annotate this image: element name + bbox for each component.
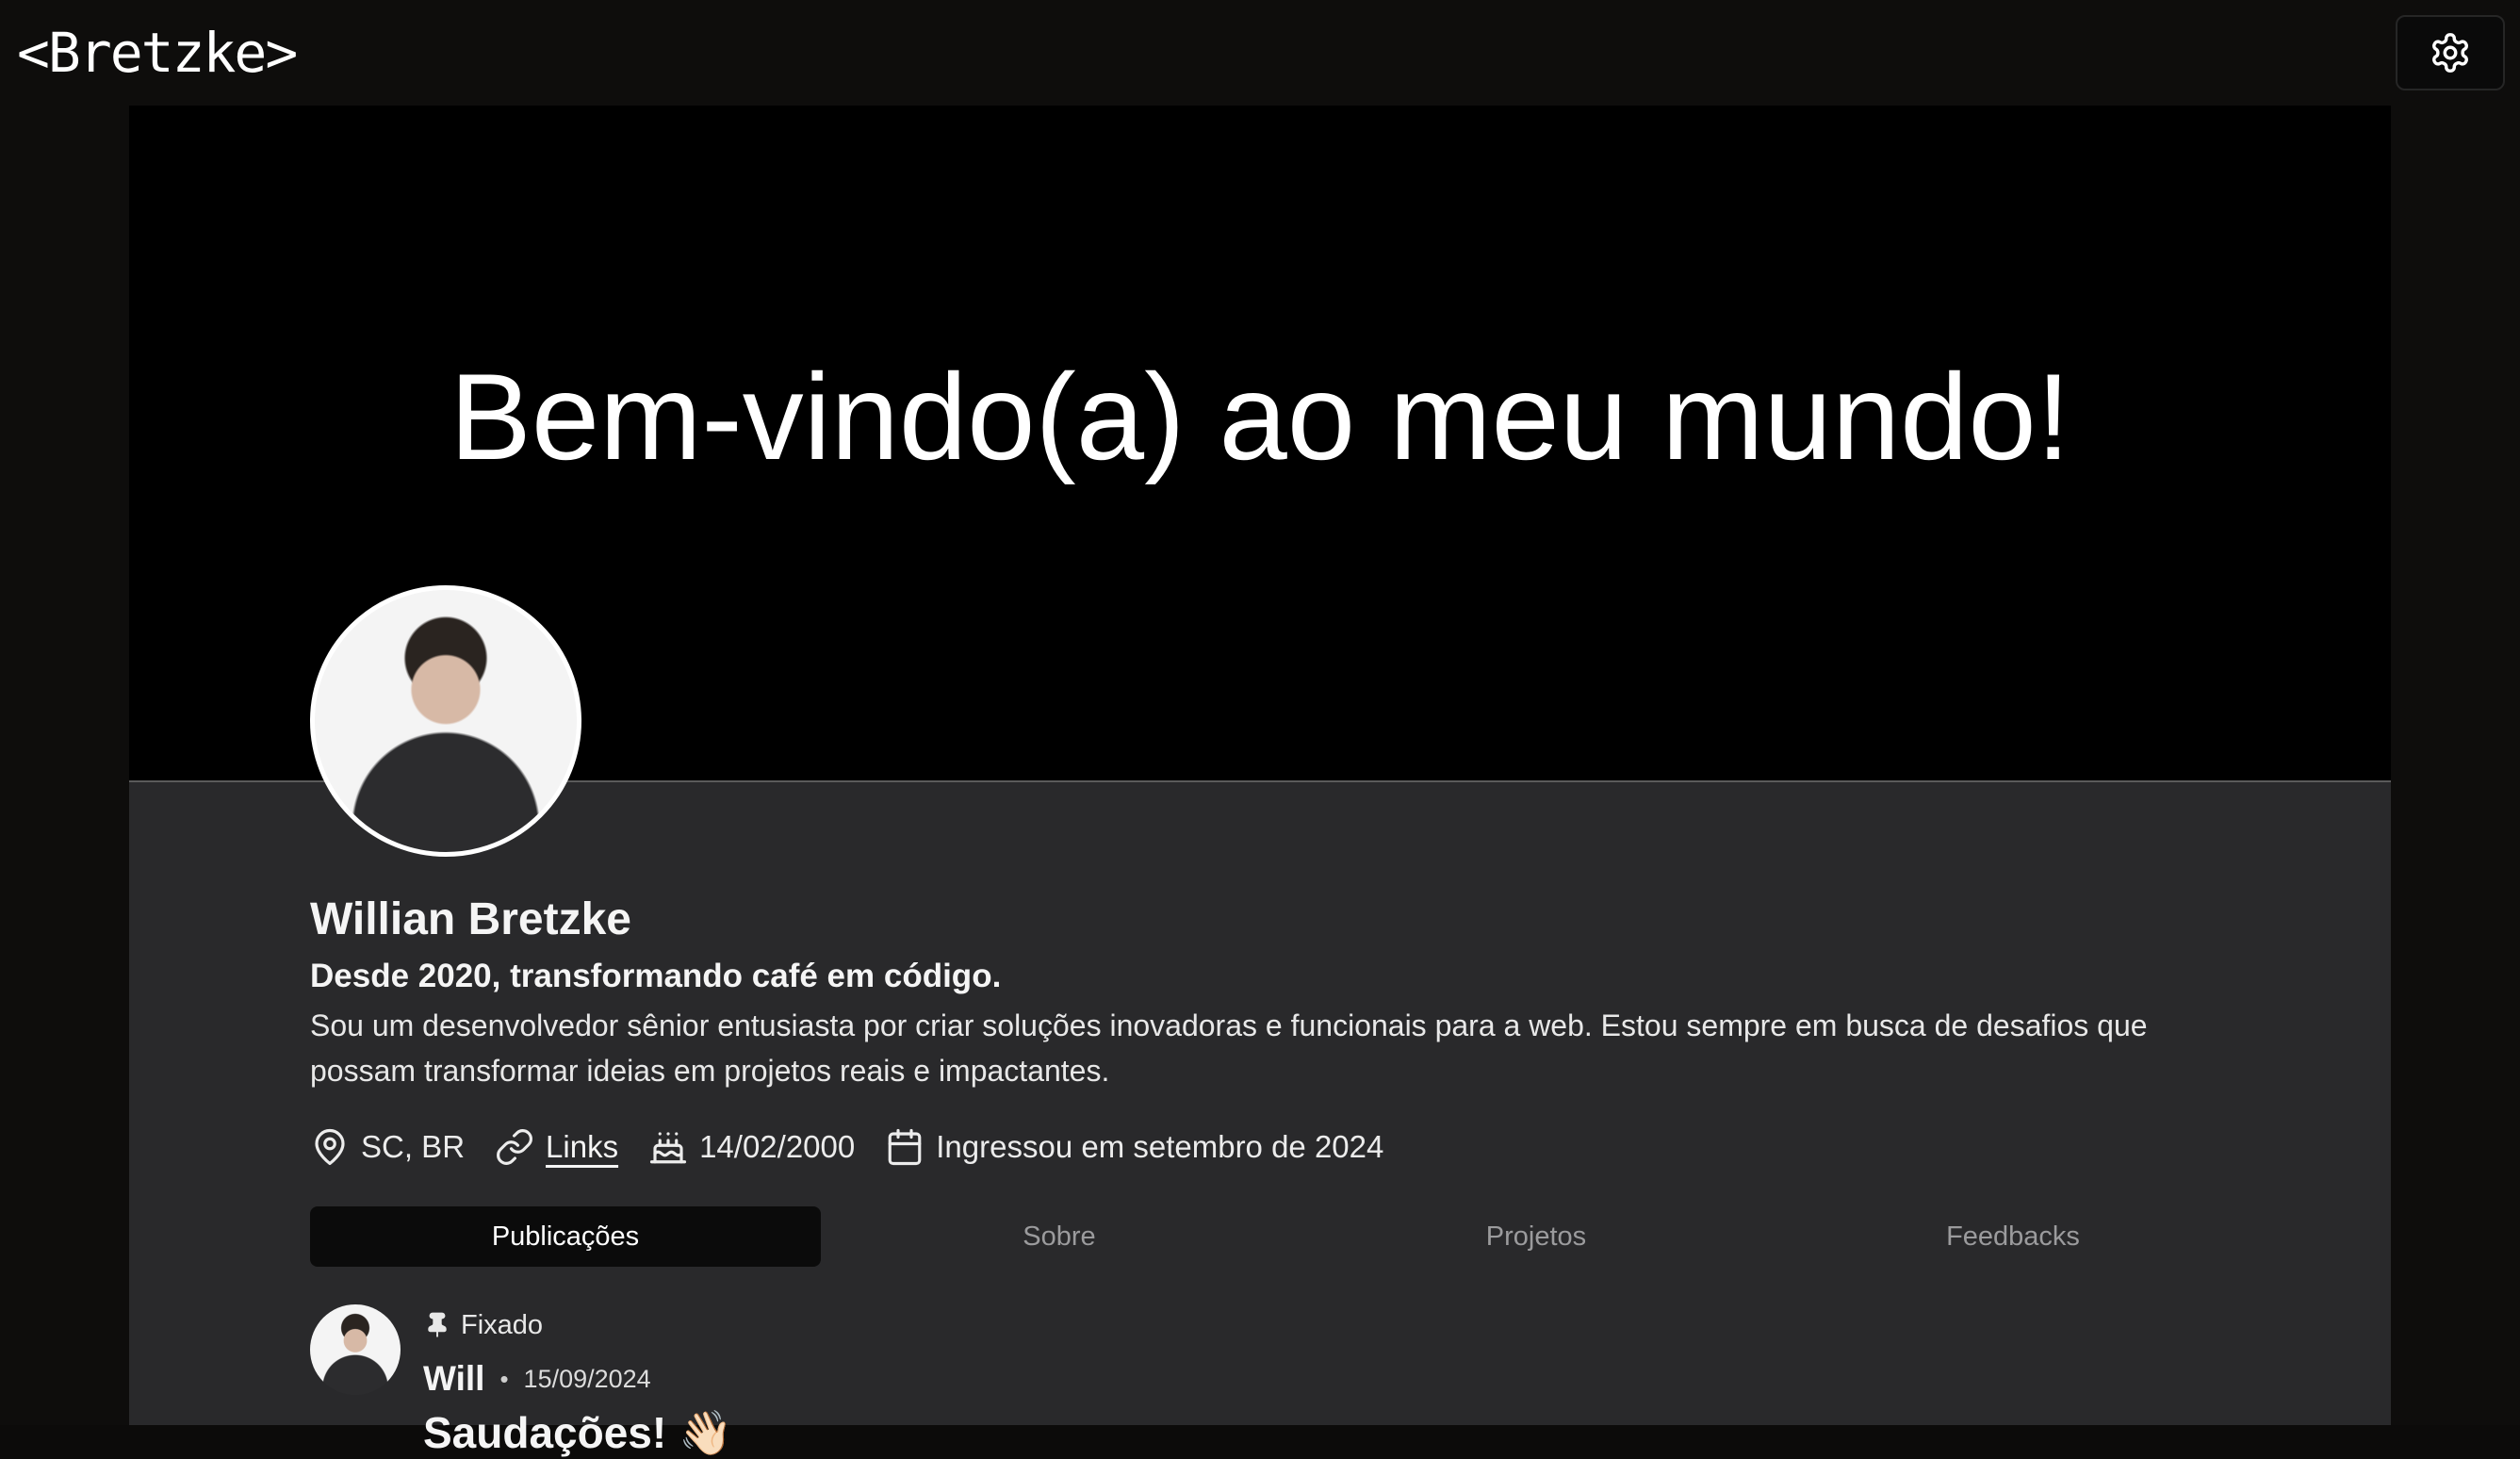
post-title: Saudações! 👋🏻 (423, 1408, 733, 1457)
site-logo[interactable]: <Bretzke> (17, 17, 298, 89)
meta-links[interactable]: Links (495, 1127, 618, 1167)
tab-projetos[interactable]: Projetos (1298, 1206, 1775, 1267)
banner-headline: Bem-vindo(a) ao meu mundo! (450, 348, 2070, 485)
post-date: 15/09/2024 (523, 1364, 651, 1393)
post-author-avatar[interactable] (310, 1304, 401, 1395)
meta-joined: Ingressou em setembro de 2024 (885, 1127, 1383, 1167)
profile-bio: Sou um desenvolvedor sênior entusiasta p… (310, 1008, 2148, 1088)
birthday-text: 14/02/2000 (699, 1129, 856, 1164)
post-separator: • (499, 1364, 509, 1393)
tab-feedbacks[interactable]: Feedbacks (1775, 1206, 2251, 1267)
meta-location: SC, BR (310, 1127, 465, 1167)
page-gutter-right (2391, 106, 2520, 1425)
meta-birthday: 14/02/2000 (648, 1127, 855, 1167)
calendar-icon (888, 1128, 922, 1166)
pinned-label: Fixado (461, 1309, 544, 1340)
profile-name: Willian Bretzke (310, 894, 631, 944)
pinned-indicator: Fixado (423, 1304, 543, 1346)
cake-icon (650, 1132, 687, 1164)
tab-sobre[interactable]: Sobre (821, 1206, 1298, 1267)
gear-icon (2432, 33, 2468, 73)
profile-avatar (310, 585, 581, 857)
settings-button[interactable] (2396, 15, 2505, 90)
post-author[interactable]: Will (423, 1359, 484, 1399)
map-pin-icon (315, 1129, 345, 1166)
post-author-row: Will • 15/09/2024 (423, 1355, 651, 1402)
links-link[interactable]: Links (546, 1129, 618, 1165)
page-gutter-left (0, 106, 129, 1425)
link-icon (497, 1129, 532, 1165)
joined-text: Ingressou em setembro de 2024 (936, 1129, 1384, 1164)
tab-publicacoes[interactable]: Publicações (310, 1206, 821, 1267)
top-bar: <Bretzke> (0, 0, 2520, 106)
profile-tagline: Desde 2020, transformando café em código… (310, 958, 1002, 994)
pin-icon (428, 1312, 447, 1337)
location-text: SC, BR (361, 1129, 466, 1164)
profile-meta: SC, BR Links 14/02/2000 Ingressou em set… (310, 1122, 1383, 1172)
pinned-post[interactable]: Fixado Will • 15/09/2024 Saudações! 👋🏻 (310, 1304, 2251, 1457)
profile-tabs: Publicações Sobre Projetos Feedbacks (310, 1206, 2251, 1267)
